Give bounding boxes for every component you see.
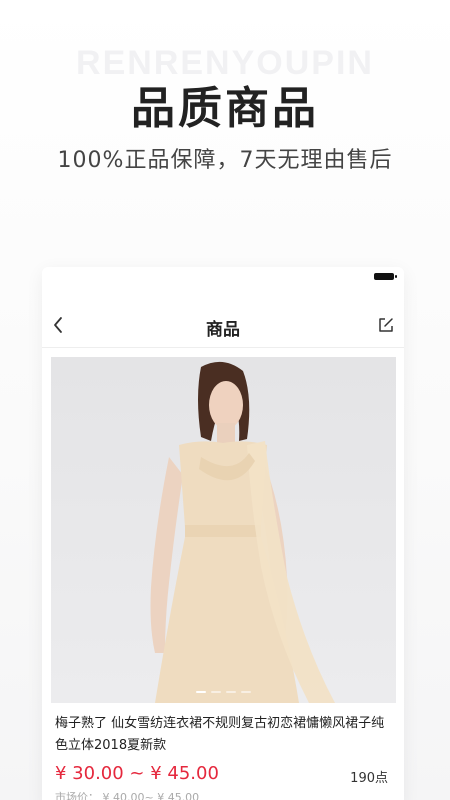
carousel-dot[interactable]: [211, 691, 221, 693]
dress-model-illustration: [150, 361, 335, 703]
edit-icon: [379, 318, 393, 332]
nav-title: 商品: [206, 320, 240, 340]
status-bar: [42, 267, 404, 289]
product-points: 190点: [350, 771, 388, 786]
product-image[interactable]: [51, 357, 396, 703]
carousel-dot[interactable]: [226, 691, 236, 693]
edit-button[interactable]: [376, 315, 396, 335]
product-title[interactable]: 梅子熟了 仙女雪纺连衣裙不规则复古初恋裙慵懒风裙子纯色立体2018夏新款: [51, 703, 396, 757]
product-card[interactable]: 梅子熟了 仙女雪纺连衣裙不规则复古初恋裙慵懒风裙子纯色立体2018夏新款 ¥ 3…: [51, 357, 396, 800]
product-price: ¥ 30.00 ~ ¥ 45.00: [55, 763, 219, 784]
phone-mockup: 商品 梅子熟了 仙女雪纺连衣裙不规则复古初恋裙慵懒风裙子纯色立体2018夏新款 …: [42, 267, 404, 800]
carousel-dot[interactable]: [196, 691, 206, 693]
nav-bar: 商品: [42, 289, 404, 348]
carousel-dots: [51, 691, 396, 693]
battery-icon: [374, 273, 397, 280]
promo-page: RENRENYOUPIN 品质商品 100%正品保障，7天无理由售后 商品 梅子…: [0, 0, 450, 800]
price-row: ¥ 30.00 ~ ¥ 45.00 190点: [51, 761, 396, 787]
promo-headline: 品质商品: [131, 83, 319, 134]
promo-subline: 100%正品保障，7天无理由售后: [57, 148, 393, 173]
market-price: 市场价： ¥ 40.00~ ¥ 45.00: [55, 791, 200, 800]
carousel-dot[interactable]: [241, 691, 251, 693]
